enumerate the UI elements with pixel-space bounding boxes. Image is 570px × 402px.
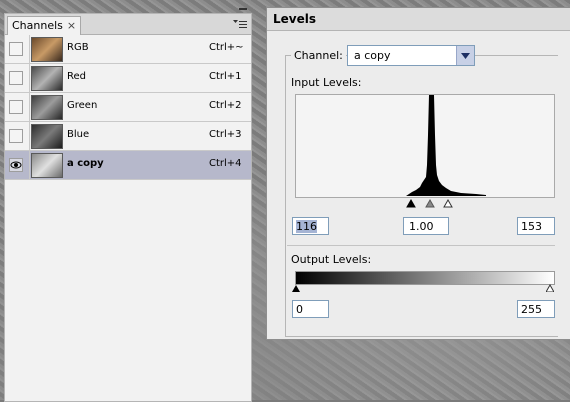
channel-name: a copy <box>67 158 104 169</box>
channel-row[interactable]: RGB Ctrl+~ <box>5 35 251 64</box>
dialog-title-bar: Levels <box>267 8 570 31</box>
histogram-shape <box>406 95 486 196</box>
visibility-toggle[interactable] <box>9 42 23 56</box>
channel-thumbnail <box>31 37 63 62</box>
channel-thumbnail <box>31 153 63 178</box>
gamma-slider-icon <box>425 198 435 208</box>
visibility-toggle[interactable] <box>9 71 23 85</box>
row-divider <box>29 151 30 179</box>
row-divider <box>29 64 30 92</box>
output-black-field[interactable]: 0 <box>292 300 329 318</box>
eye-icon <box>10 161 22 169</box>
channel-row[interactable]: Green Ctrl+2 <box>5 93 251 122</box>
channel-shortcut: Ctrl+2 <box>209 100 242 111</box>
visibility-toggle[interactable] <box>9 158 23 172</box>
black-point-slider-icon <box>406 198 416 208</box>
input-black-field[interactable]: 116 <box>292 217 329 235</box>
channel-name: RGB <box>67 42 89 53</box>
divider <box>287 245 555 246</box>
row-divider <box>29 93 30 121</box>
chevron-down-icon[interactable] <box>456 46 474 65</box>
channel-select-value: a copy <box>354 49 391 62</box>
channel-name: Red <box>67 71 86 82</box>
tab-channels[interactable]: Channels × <box>7 16 82 35</box>
panel-tab-bar: Channels × <box>5 14 251 35</box>
input-white-field[interactable]: 153 <box>517 217 555 235</box>
output-black-slider-icon[interactable] <box>292 284 300 292</box>
channel-name: Blue <box>67 129 90 140</box>
row-divider <box>29 35 30 63</box>
channel-label: Channel: <box>291 49 346 62</box>
white-point-slider-icon <box>443 198 453 208</box>
output-white-field[interactable]: 255 <box>517 300 555 318</box>
output-white-slider-icon[interactable] <box>546 284 554 292</box>
channel-name: Green <box>67 100 98 111</box>
channel-shortcut: Ctrl+~ <box>209 42 244 53</box>
channel-row[interactable]: Blue Ctrl+3 <box>5 122 251 151</box>
levels-dialog: Levels Channel: a copy Input Levels: 116… <box>266 7 570 340</box>
channels-panel: Channels × RGB Ctrl+~ Red Ctrl+1 Green Ctrl+2… <box>4 8 252 402</box>
channel-select[interactable]: a copy <box>347 45 475 66</box>
dialog-title: Levels <box>273 12 317 26</box>
output-gradient-bar <box>295 271 555 285</box>
input-levels-label: Input Levels: <box>291 76 362 89</box>
close-icon[interactable]: × <box>67 17 76 35</box>
collapse-panel-icon[interactable] <box>238 3 248 11</box>
channel-row[interactable]: Red Ctrl+1 <box>5 64 251 93</box>
tab-channels-label: Channels <box>12 19 63 32</box>
channel-thumbnail <box>31 66 63 91</box>
input-slider[interactable] <box>295 198 553 208</box>
row-divider <box>29 122 30 150</box>
channel-shortcut: Ctrl+1 <box>209 71 242 82</box>
histogram <box>295 94 555 198</box>
channel-thumbnail <box>31 95 63 120</box>
channel-shortcut: Ctrl+3 <box>209 129 242 140</box>
visibility-toggle[interactable] <box>9 100 23 114</box>
panel-menu-icon[interactable] <box>233 18 247 30</box>
output-levels-label: Output Levels: <box>291 253 372 266</box>
channel-shortcut: Ctrl+4 <box>209 158 242 169</box>
channel-thumbnail <box>31 124 63 149</box>
visibility-toggle[interactable] <box>9 129 23 143</box>
input-gamma-field[interactable]: 1.00 <box>403 217 449 235</box>
channel-row[interactable]: a copy Ctrl+4 <box>5 151 251 180</box>
